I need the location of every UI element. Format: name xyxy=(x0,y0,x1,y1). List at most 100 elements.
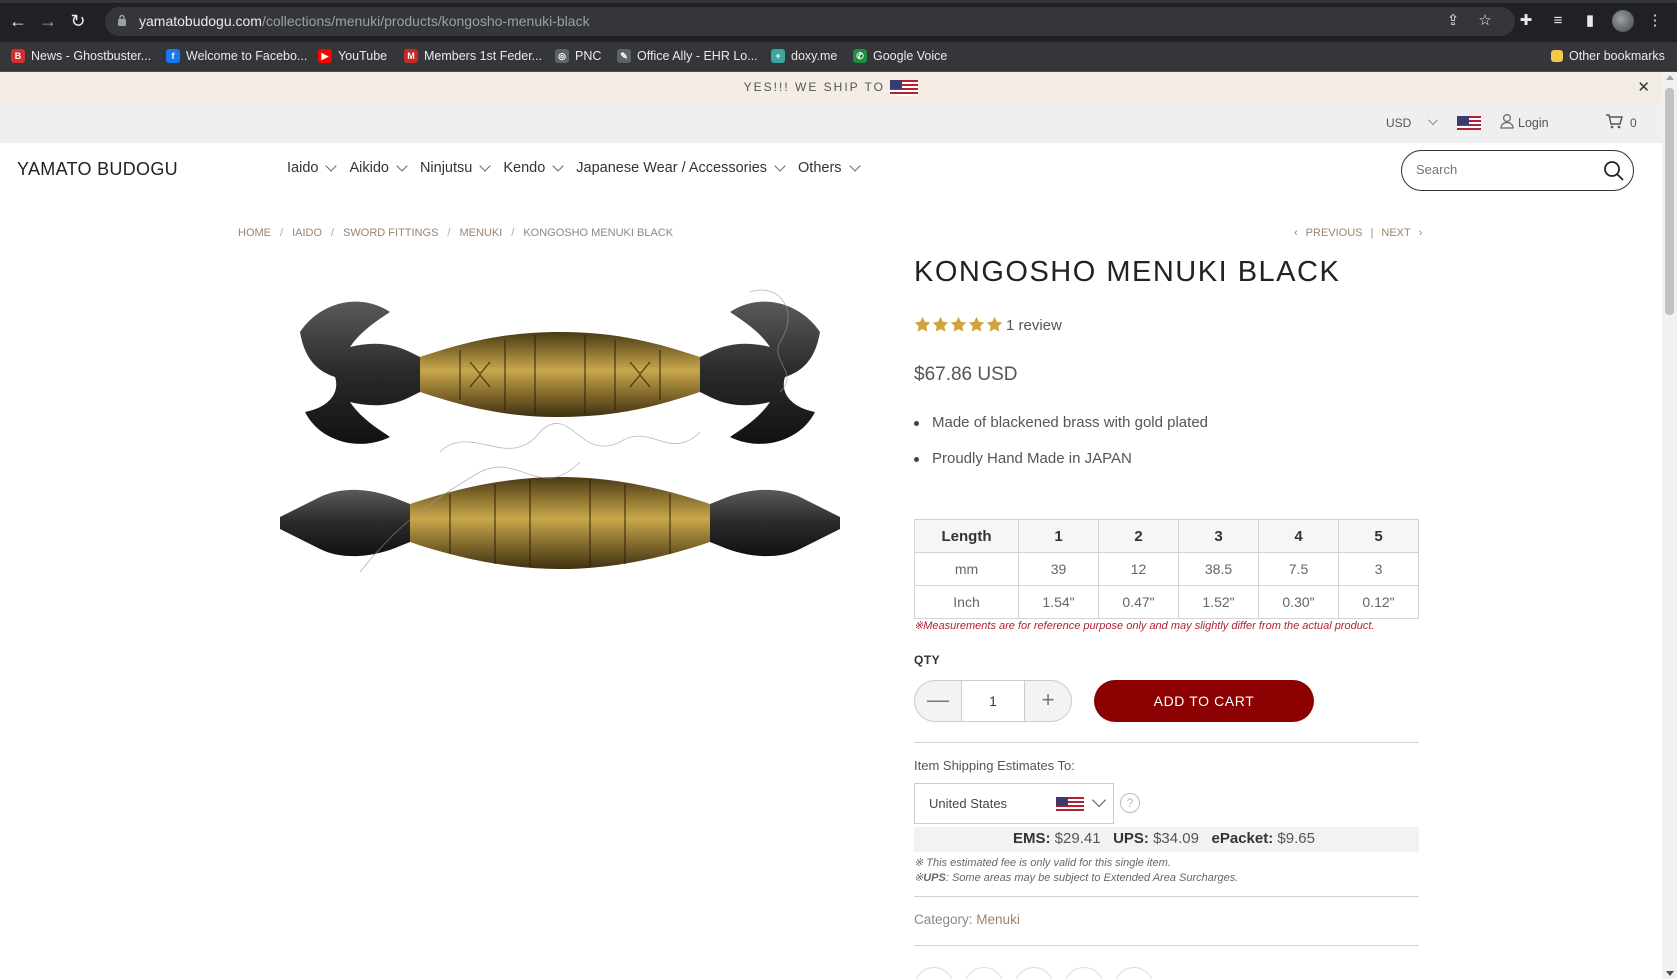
product-price: $67.86 USD xyxy=(914,364,1018,385)
table-cell: 7.5 xyxy=(1258,552,1339,586)
cart-icon[interactable] xyxy=(1605,113,1623,129)
shipping-country-select[interactable]: United States xyxy=(914,783,1114,824)
increase-qty-button[interactable]: + xyxy=(1025,681,1071,721)
bookmark-favicon-icon: f xyxy=(166,49,180,63)
nav-item-aikido[interactable]: Aikido xyxy=(349,160,408,176)
table-cell: 0.12" xyxy=(1338,585,1419,619)
chevron-right-icon[interactable]: › xyxy=(1419,227,1423,239)
previous-link[interactable]: PREVIOUS xyxy=(1306,227,1363,239)
scroll-up-icon[interactable] xyxy=(1666,75,1674,80)
user-icon[interactable] xyxy=(1500,113,1514,129)
address-bar[interactable]: yamatobudogu.com/collections/menuki/prod… xyxy=(105,7,1515,36)
add-to-cart-button[interactable]: ADD TO CART xyxy=(1094,680,1314,722)
breadcrumb-home[interactable]: HOME xyxy=(238,227,271,239)
chevron-left-icon[interactable]: ‹ xyxy=(1294,227,1298,239)
bookmark-favicon-icon: + xyxy=(771,49,785,63)
share-facebook-icon[interactable] xyxy=(914,967,954,979)
bookmark-favicon-icon: ✎ xyxy=(617,49,631,63)
browser-toolbar: ← → ↻ yamatobudogu.com/collections/menuk… xyxy=(0,0,1677,42)
share-icon[interactable]: ⇪ xyxy=(1443,11,1463,31)
breadcrumb-separator: / xyxy=(280,227,284,239)
share-email-icon[interactable] xyxy=(1114,967,1154,979)
bookmark-item[interactable]: f Welcome to Facebo... xyxy=(166,49,307,63)
review-count-link[interactable]: 1 review xyxy=(1006,317,1062,334)
search-input[interactable] xyxy=(1416,162,1596,177)
quantity-input[interactable]: 1 xyxy=(961,681,1025,721)
reload-icon[interactable]: ↻ xyxy=(67,10,89,32)
us-flag-icon xyxy=(1457,115,1481,130)
star-rating[interactable] xyxy=(914,316,1003,333)
extensions-icon[interactable]: ✚ xyxy=(1516,11,1536,31)
shipping-note: ※ This estimated fee is only valid for t… xyxy=(914,857,1171,869)
bookmark-item[interactable]: ✆ Google Voice xyxy=(853,49,947,63)
chevron-down-icon xyxy=(552,160,564,172)
main-nav: Iaido Aikido Ninjutsu Kendo Japanese Wea… xyxy=(287,160,873,176)
nav-item-kendo[interactable]: Kendo xyxy=(503,160,564,176)
site-logo[interactable]: YAMATO BUDOGU xyxy=(17,159,178,180)
search-icon[interactable] xyxy=(1603,160,1625,182)
nav-item-iaido[interactable]: Iaido xyxy=(287,160,338,176)
login-link[interactable]: Login xyxy=(1518,116,1549,130)
star-icon xyxy=(968,316,985,332)
menu-kebab-icon[interactable]: ⋮ xyxy=(1645,11,1665,31)
scroll-down-icon[interactable] xyxy=(1666,971,1674,976)
shipping-label: Item Shipping Estimates To: xyxy=(914,758,1075,773)
nav-item-ninjutsu[interactable]: Ninjutsu xyxy=(420,160,492,176)
table-cell: 1.54" xyxy=(1018,585,1099,619)
note-prefix: ※ xyxy=(914,872,924,884)
share-twitter-icon[interactable] xyxy=(964,967,1004,979)
social-share xyxy=(914,967,1154,979)
chevron-down-icon xyxy=(848,160,861,172)
table-header: 4 xyxy=(1258,519,1339,553)
breadcrumb-sword-fittings[interactable]: SWORD FITTINGS xyxy=(343,227,438,239)
close-icon[interactable]: ✕ xyxy=(1637,78,1650,96)
currency-select[interactable]: USD xyxy=(1386,116,1411,130)
decrease-qty-button[interactable]: — xyxy=(915,681,961,721)
page-scrollbar[interactable] xyxy=(1662,72,1677,979)
side-panel-icon[interactable]: ▮ xyxy=(1580,11,1600,31)
breadcrumb-current: KONGOSHO MENUKI BLACK xyxy=(523,227,674,239)
promo-banner: YES!!! WE SHIP TO ✕ xyxy=(0,72,1662,103)
product-title: KONGOSHO MENUKI BLACK xyxy=(914,256,1341,288)
bookmark-item[interactable]: ▶ YouTube xyxy=(318,49,387,63)
help-icon[interactable]: ? xyxy=(1120,793,1140,813)
other-bookmarks[interactable]: Other bookmarks xyxy=(1551,49,1665,63)
profile-avatar[interactable] xyxy=(1612,10,1634,32)
category-link[interactable]: Menuki xyxy=(976,912,1020,927)
chevron-down-icon xyxy=(479,160,492,172)
breadcrumb-menuki[interactable]: MENUKI xyxy=(459,227,502,239)
breadcrumb-iaido[interactable]: IAIDO xyxy=(292,227,322,239)
tab-strip xyxy=(0,0,1677,3)
scrollbar-thumb[interactable] xyxy=(1665,88,1674,315)
nav-label: Kendo xyxy=(503,160,546,176)
chevron-down-icon xyxy=(396,160,408,172)
bookmark-item[interactable]: B News - Ghostbuster... xyxy=(11,49,151,63)
bookmark-item[interactable]: ✎ Office Ally - EHR Lo... xyxy=(617,49,758,63)
table-cell: 0.47" xyxy=(1098,585,1179,619)
chevron-down-icon[interactable] xyxy=(1428,115,1438,125)
bookmark-star-icon[interactable]: ☆ xyxy=(1475,11,1495,31)
forward-icon[interactable]: → xyxy=(37,10,59,32)
bookmark-item[interactable]: + doxy.me xyxy=(771,49,837,63)
cart-count[interactable]: 0 xyxy=(1630,116,1637,130)
quantity-stepper: — 1 + xyxy=(914,680,1072,722)
bookmark-favicon-icon: ◎ xyxy=(555,49,569,63)
bookmark-item[interactable]: M Members 1st Feder... xyxy=(404,49,542,63)
product-pager: ‹ PREVIOUS | NEXT › xyxy=(1294,227,1422,239)
share-tumblr-icon[interactable] xyxy=(1064,967,1104,979)
table-cell: 12 xyxy=(1098,552,1179,586)
bookmarks-bar: Other bookmarks B News - Ghostbuster... f W… xyxy=(0,42,1677,72)
share-pinterest-icon[interactable] xyxy=(1014,967,1054,979)
nav-item-others[interactable]: Others xyxy=(798,160,861,176)
bookmark-item[interactable]: ◎ PNC xyxy=(555,49,601,63)
table-cell: 1.52" xyxy=(1178,585,1259,619)
size-table: Length 1 2 3 4 5 mm 39 12 38.5 7.5 3 Inc… xyxy=(914,519,1419,619)
url-text: yamatobudogu.com/collections/menuki/prod… xyxy=(139,13,590,29)
back-icon[interactable]: ← xyxy=(7,10,29,32)
feature-list: Made of blackened brass with gold plated… xyxy=(914,414,1208,486)
next-link[interactable]: NEXT xyxy=(1381,227,1410,239)
nav-item-japanese-wear[interactable]: Japanese Wear / Accessories xyxy=(576,160,786,176)
media-queue-icon[interactable]: ≡ xyxy=(1548,11,1568,31)
qty-label: QTY xyxy=(914,653,941,667)
product-image[interactable] xyxy=(280,272,840,612)
